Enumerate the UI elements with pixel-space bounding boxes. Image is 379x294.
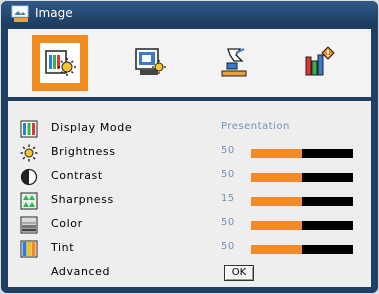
display-mode-value[interactable]: Presentation <box>221 121 290 132</box>
osd-menu: Image Display Mode Presentation Brightne… <box>1 1 378 293</box>
brightness-slider-fill <box>251 149 302 158</box>
brightness-slider[interactable] <box>251 149 353 158</box>
contrast-icon <box>20 168 38 186</box>
color-label: Color <box>51 217 83 230</box>
color-icon <box>20 216 38 234</box>
tab-image[interactable] <box>32 29 88 97</box>
row-contrast[interactable]: Contrast 50 <box>8 165 371 189</box>
contrast-slider-fill <box>251 173 302 182</box>
color-slider-fill <box>251 221 302 230</box>
tint-value: 50 <box>221 241 235 252</box>
display-mode-icon <box>20 120 38 138</box>
contrast-value: 50 <box>221 169 235 180</box>
tab-setup[interactable] <box>206 29 262 97</box>
display-mode-label: Display Mode <box>51 121 133 134</box>
sharpness-icon <box>20 192 38 210</box>
tint-slider[interactable] <box>251 245 353 254</box>
tint-icon <box>20 240 38 258</box>
image-tab-icon <box>45 50 76 76</box>
options-tab-icon <box>305 46 335 76</box>
row-color[interactable]: Color 50 <box>8 213 371 237</box>
title-bar: Image <box>1 1 378 27</box>
page-title: Image <box>35 6 73 20</box>
brightness-value: 50 <box>221 145 235 156</box>
contrast-label: Contrast <box>51 169 103 182</box>
tint-slider-fill <box>251 245 302 254</box>
sharpness-value: 15 <box>221 193 235 204</box>
sharpness-slider[interactable] <box>251 197 353 206</box>
tab-options[interactable] <box>290 29 346 97</box>
advanced-ok-button[interactable]: OK <box>224 265 254 281</box>
sharpness-label: Sharpness <box>51 193 114 206</box>
menu-tab-bar <box>8 29 371 97</box>
color-value: 50 <box>221 217 235 228</box>
setup-tab-icon <box>221 48 247 77</box>
row-display-mode[interactable]: Display Mode Presentation <box>8 117 371 141</box>
sharpness-slider-fill <box>251 197 302 206</box>
row-brightness[interactable]: Brightness 50 <box>8 141 371 165</box>
brightness-label: Brightness <box>51 145 116 158</box>
brightness-icon <box>20 144 38 162</box>
tab-display[interactable] <box>122 29 178 97</box>
color-slider[interactable] <box>251 221 353 230</box>
tint-label: Tint <box>51 241 75 254</box>
row-advanced[interactable]: Advanced OK <box>8 261 371 285</box>
contrast-slider[interactable] <box>251 173 353 182</box>
advanced-label: Advanced <box>51 265 111 278</box>
display-tab-icon <box>135 48 166 75</box>
image-menu-icon <box>11 5 29 22</box>
settings-list: Display Mode Presentation Brightness 50 <box>8 101 371 287</box>
row-tint[interactable]: Tint 50 <box>8 237 371 261</box>
row-sharpness[interactable]: Sharpness 15 <box>8 189 371 213</box>
